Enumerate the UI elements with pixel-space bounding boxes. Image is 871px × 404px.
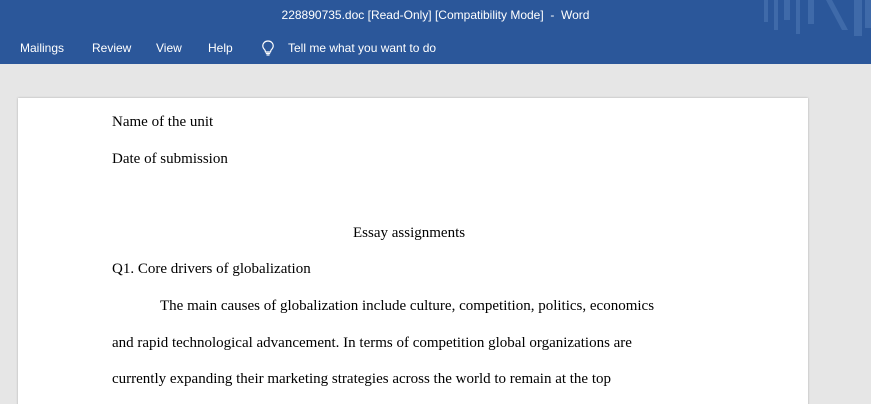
tell-me-search[interactable]: Tell me what you want to do — [261, 40, 436, 56]
lightbulb-icon — [262, 40, 274, 56]
title-bar: 228890735.doc [Read-Only] [Compatibility… — [0, 0, 871, 64]
tab-view[interactable]: View — [156, 41, 182, 55]
doc-line-unit-name: Name of the unit — [112, 114, 214, 130]
document-page[interactable]: Name of the unit Date of submission Essa… — [18, 98, 808, 404]
tab-help[interactable]: Help — [208, 41, 233, 55]
tab-review[interactable]: Review — [92, 41, 131, 55]
ribbon-decoration — [764, 0, 871, 36]
doc-paragraph-line: and rapid technological advancement. In … — [112, 335, 632, 351]
tab-mailings[interactable]: Mailings — [20, 41, 64, 55]
doc-heading-q1: Q1. Core drivers of globalization — [112, 261, 311, 277]
window-title: 228890735.doc [Read-Only] [Compatibility… — [281, 8, 590, 22]
doc-paragraph-line: currently expanding their marketing stra… — [112, 371, 612, 387]
tell-me-label: Tell me what you want to do — [288, 41, 437, 55]
doc-paragraph-line: The main causes of globalization include… — [160, 298, 655, 314]
document-workspace[interactable]: Name of the unit Date of submission Essa… — [0, 64, 871, 404]
doc-line-submission-date: Date of submission — [112, 151, 228, 167]
doc-heading-essay: Essay assignments — [353, 225, 466, 241]
